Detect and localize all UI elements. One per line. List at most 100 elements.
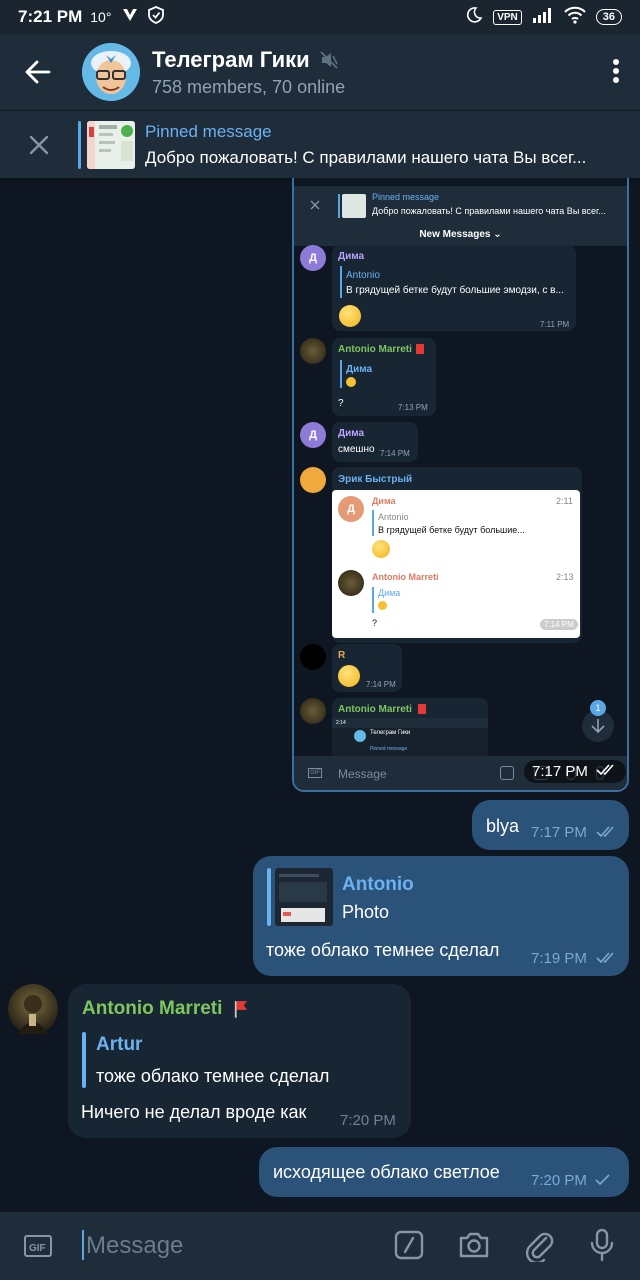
- vpn-badge: VPN: [493, 9, 522, 25]
- card-name: Дима: [372, 496, 396, 506]
- card-name: Antonio Marreti: [372, 572, 439, 582]
- signal-icon: [532, 7, 554, 28]
- message-text: Ничего не делал вроде как: [81, 1102, 307, 1122]
- reply-quote-bar: [267, 868, 271, 926]
- emoji-icon: [346, 377, 356, 387]
- emoji-icon: [372, 540, 390, 558]
- screenshot-text: ?: [338, 398, 344, 409]
- close-pinned-button[interactable]: [0, 135, 78, 155]
- screenshot-message-time: 7:17 PM: [524, 760, 627, 783]
- screenshot-text: смешно: [338, 444, 375, 455]
- pinned-message-bar[interactable]: Pinned message Добро пожаловать! С прави…: [0, 110, 640, 178]
- screenshot-input-placeholder: Message: [338, 767, 387, 781]
- screenshot-avatar-black: [300, 644, 326, 670]
- sender-avatar[interactable]: [8, 984, 58, 1034]
- screenshot-avatar-photo: [300, 698, 326, 724]
- muted-icon: [320, 50, 338, 69]
- double-check-icon: [596, 952, 614, 964]
- commands-button[interactable]: [394, 1230, 424, 1265]
- paperclip-icon: [525, 1232, 554, 1265]
- reply-quote-text: Photo: [342, 902, 390, 922]
- group-avatar[interactable]: [82, 43, 140, 101]
- screenshot-avatar-sunglasses: [300, 467, 326, 493]
- screenshot-time: 7:14 PM: [366, 680, 396, 689]
- screenshot-pinned-bar: Pinned message Добро пожаловать! С прави…: [294, 186, 627, 226]
- card-time: 2:13: [556, 572, 574, 582]
- message-text: тоже облако темнее сделал: [266, 940, 500, 960]
- status-bar: 7:21 PM 10° VPN 36: [0, 0, 640, 34]
- gif-icon: GIF: [24, 1235, 52, 1257]
- double-check-icon: [596, 826, 614, 838]
- notification-icon: [121, 7, 139, 28]
- message-time: 7:20 PM: [531, 1172, 587, 1189]
- screenshot-sender: Эрик Быстрый: [338, 474, 413, 485]
- more-menu-button[interactable]: [612, 58, 620, 89]
- emoji-wink-icon: [338, 665, 360, 687]
- card-text: ?: [372, 618, 378, 628]
- card-quote-name: Дима: [378, 588, 401, 598]
- message-time: 7:19 PM: [531, 950, 587, 967]
- reply-quote-bar: [82, 1032, 86, 1088]
- wifi-icon: [564, 6, 586, 29]
- chat-header: Телеграм Гики 758 members, 70 online: [0, 34, 640, 110]
- screenshot-quote-text: В грядущей бетке будут большие эмодзи, с…: [346, 285, 564, 296]
- screenshot-avatar: Д: [300, 245, 326, 271]
- flag-icon: [418, 704, 426, 714]
- message-text: исходящее облако светлое: [273, 1162, 500, 1182]
- back-button[interactable]: [0, 34, 76, 110]
- flag-icon: [416, 344, 424, 354]
- pinned-accent-bar: [78, 120, 81, 169]
- screenshot-avatar-photo: [300, 338, 326, 364]
- card-quote-bar: [372, 510, 374, 536]
- message-sender[interactable]: Antonio Marreti: [82, 998, 248, 1020]
- screenshot-sender: Antonio Marreti: [338, 344, 412, 355]
- chat-title-text: Телеграм Гики: [152, 46, 310, 72]
- screenshot-image-message[interactable]: Pinned message Добро пожаловать! С прави…: [292, 178, 629, 792]
- shield-icon: [147, 5, 165, 29]
- screenshot-time: 7:14 PM: [380, 449, 410, 458]
- card-quote-bar: [372, 587, 374, 613]
- screenshot-time: 7:11 PM: [540, 320, 570, 329]
- outgoing-reply-message[interactable]: Antonio Photo тоже облако темнее сделал …: [253, 856, 629, 976]
- chat-title[interactable]: Телеграм Гики: [152, 47, 345, 73]
- attach-button[interactable]: [524, 1228, 554, 1267]
- red-flag-icon: [234, 1001, 247, 1018]
- message-input-bar: GIF Message: [0, 1212, 640, 1280]
- svg-text:GIF: GIF: [29, 1243, 46, 1254]
- screenshot-sender: Дима: [338, 428, 365, 439]
- pinned-text: Добро пожаловать! С правилами нашего чат…: [145, 147, 587, 167]
- command-icon: [500, 766, 514, 780]
- gif-button[interactable]: GIF: [24, 1234, 52, 1263]
- outgoing-message[interactable]: исходящее облако светлое 7:20 PM: [259, 1147, 629, 1197]
- single-check-icon: [595, 1174, 610, 1186]
- incoming-reply-message[interactable]: Antonio Marreti Artur тоже облако темнее…: [68, 984, 411, 1138]
- camera-button[interactable]: [458, 1230, 490, 1265]
- close-icon: [310, 200, 320, 210]
- screenshot-avatar: Д: [300, 422, 326, 448]
- voice-record-button[interactable]: [590, 1228, 614, 1267]
- moon-icon: [465, 6, 483, 29]
- emoji-icon: [378, 601, 387, 610]
- message-text: blya: [486, 816, 520, 836]
- card-quote-text: В грядущей бетке будут большие...: [378, 525, 525, 535]
- pinned-thumbnail: [87, 120, 135, 169]
- camera-icon: [459, 1232, 489, 1258]
- message-input[interactable]: Message: [86, 1232, 183, 1260]
- text-cursor: [82, 1230, 84, 1260]
- reply-quote-text: тоже облако темнее сделал: [96, 1066, 330, 1086]
- outgoing-message[interactable]: blya 7:17 PM: [472, 800, 629, 850]
- new-messages-label: New Messages: [419, 229, 491, 240]
- gif-icon: GIF: [308, 768, 322, 778]
- nested-screenshot-preview: 2:14 Телеграм Гики Pinned message: [332, 718, 488, 756]
- unread-badge: 1: [590, 700, 606, 716]
- screenshot-sender: Дима: [338, 251, 365, 262]
- pinned-title: Pinned message: [145, 121, 272, 141]
- reply-photo-thumbnail: [275, 868, 333, 926]
- message-time: 7:20 PM: [340, 1112, 396, 1129]
- screenshot-sender: Antonio Marreti: [338, 704, 412, 715]
- screenshot-quote-bar: [340, 360, 342, 388]
- screenshot-time: 7:13 PM: [398, 403, 428, 412]
- screenshot-quote-name: Antonio: [346, 270, 380, 281]
- close-icon: [29, 135, 49, 154]
- reply-quote-name: Antonio: [342, 874, 414, 895]
